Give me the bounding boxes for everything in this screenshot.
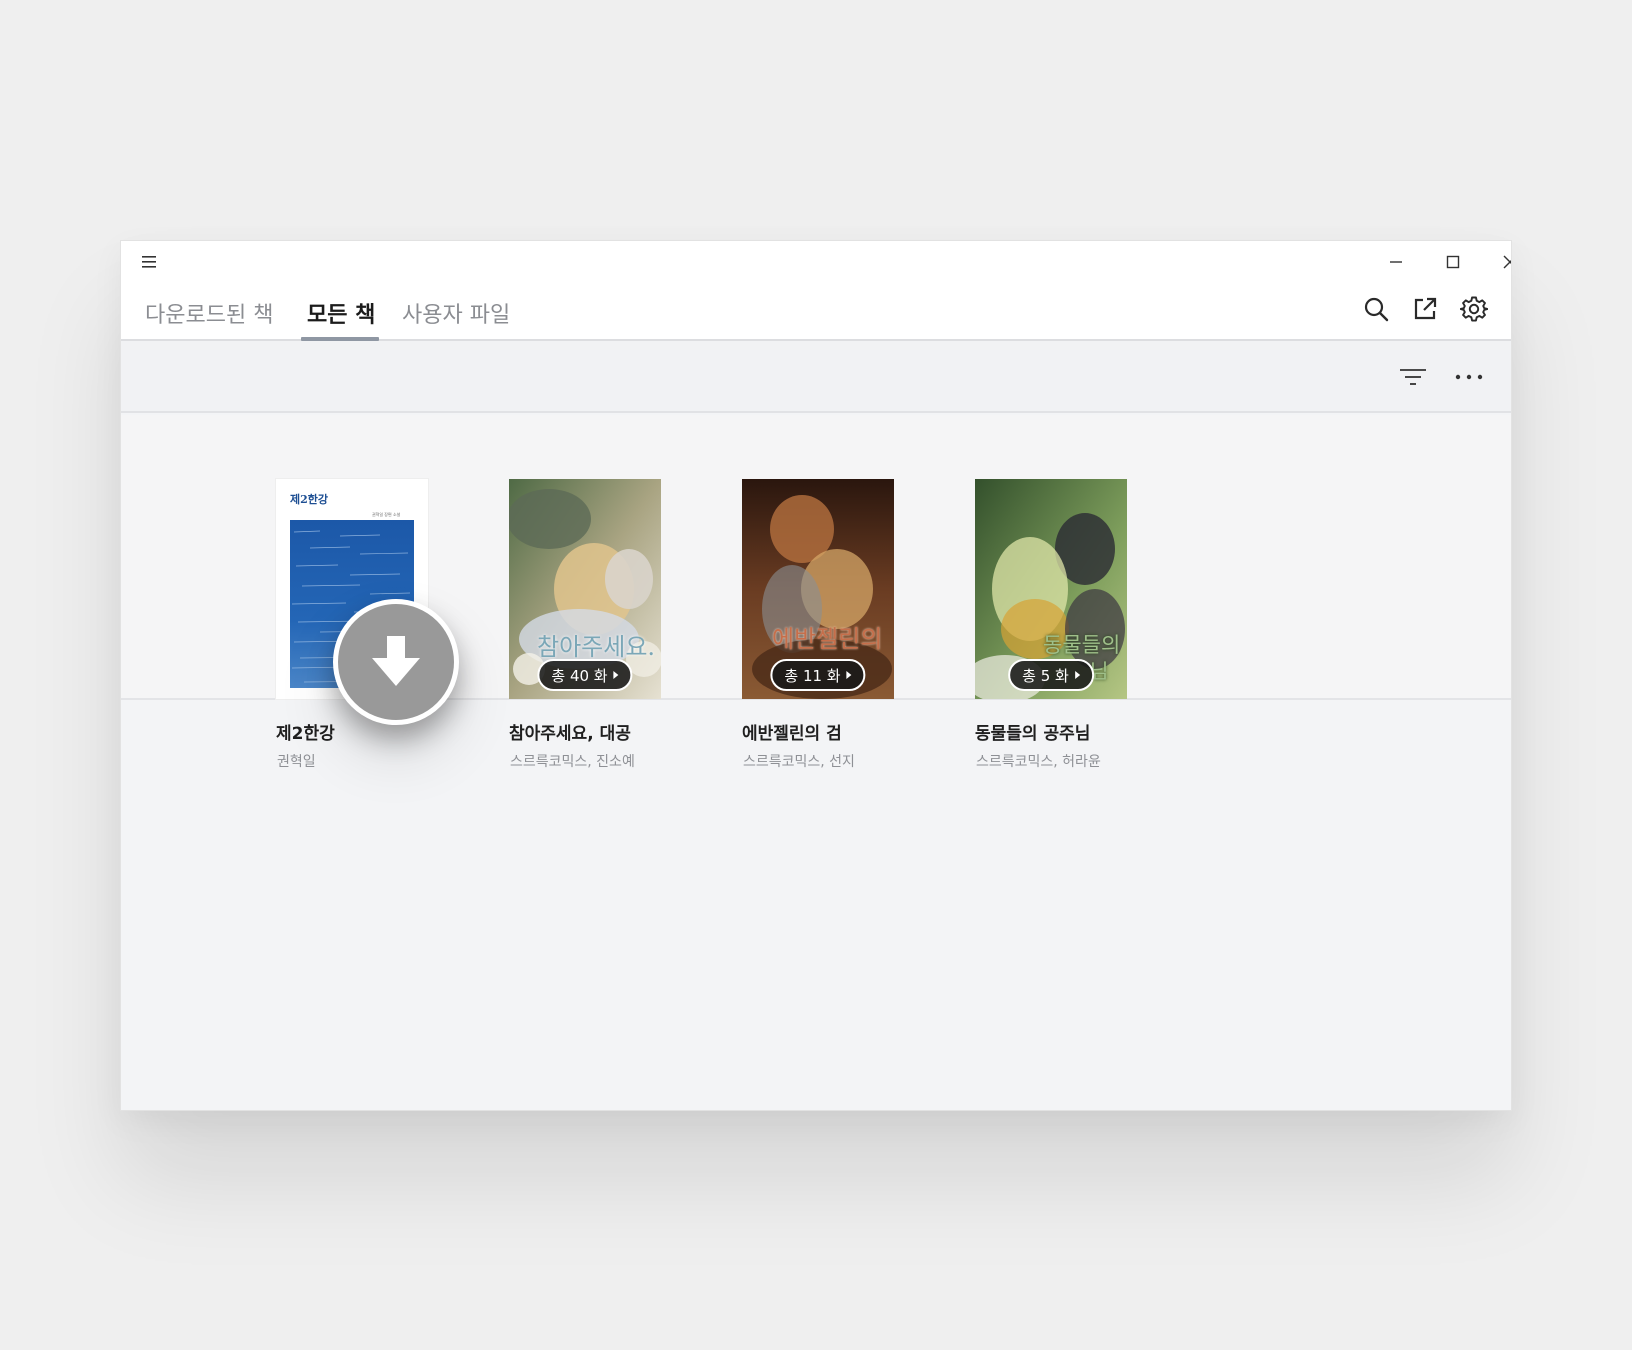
book-author: 스르륵코믹스, 선지: [743, 754, 855, 770]
book-cover[interactable]: 동물들의 님 총 5 화: [975, 479, 1127, 699]
cover-title-art: 에반젤린의: [772, 625, 883, 653]
book-card[interactable]: 동물들의 님 총 5 화 동물들의 공주님 스르륵코믹스, 허라윤: [975, 479, 1127, 770]
cover-title-art: 동물들의: [1043, 633, 1121, 657]
book-title: 에반젤린의 검: [742, 724, 842, 744]
cover-title-text: 제2한강: [290, 493, 329, 506]
more-horizontal-icon[interactable]: [1451, 359, 1487, 395]
app-window: 다운로드된 책 모든 책 사용자 파일 제2한강 권혁일 장편 소설 제2한강 …: [120, 240, 1512, 1111]
chevron-right-icon: [613, 671, 619, 679]
download-arrow-icon: [372, 636, 420, 686]
maximize-icon[interactable]: [1433, 247, 1473, 277]
book-author: 스르륵코믹스, 허라윤: [976, 754, 1101, 770]
episode-count-badge[interactable]: 총 40 화: [537, 659, 633, 691]
episode-count-text: 총 11 화: [784, 666, 841, 685]
search-icon[interactable]: [1360, 293, 1392, 325]
minimize-icon[interactable]: [1376, 247, 1416, 277]
book-cover[interactable]: 참아주세요. 총 40 화: [509, 479, 661, 699]
book-card[interactable]: 참아주세요. 총 40 화 참아주세요, 대공 스르륵코믹스, 진소예: [509, 479, 661, 770]
chevron-right-icon: [846, 671, 852, 679]
episode-count-badge[interactable]: 총 11 화: [770, 659, 866, 691]
book-author: 권혁일: [277, 754, 316, 770]
hamburger-menu-icon[interactable]: [135, 250, 163, 274]
tab-user-files[interactable]: 사용자 파일: [402, 297, 510, 329]
book-card[interactable]: 에반젤린의 총 11 화 에반젤린의 검 스르륵코믹스, 선지: [742, 479, 894, 770]
tab-downloaded-books[interactable]: 다운로드된 책: [145, 297, 273, 329]
book-title: 제2한강: [276, 724, 335, 744]
external-link-icon[interactable]: [1409, 293, 1441, 325]
cover-subtitle-text: 권혁일 장편 소설: [372, 512, 401, 517]
book-title: 참아주세요, 대공: [509, 724, 631, 744]
episode-count-text: 총 5 화: [1022, 666, 1069, 685]
chevron-right-icon: [1074, 671, 1080, 679]
book-cover[interactable]: 에반젤린의 총 11 화: [742, 479, 894, 699]
episode-count-text: 총 40 화: [551, 666, 608, 685]
tab-all-books[interactable]: 모든 책: [307, 297, 375, 329]
close-icon[interactable]: [1490, 247, 1511, 277]
library-toolbar: [121, 341, 1511, 413]
episode-count-badge[interactable]: 총 5 화: [1008, 659, 1094, 691]
cover-title-art: 참아주세요.: [537, 633, 656, 661]
book-title: 동물들의 공주님: [975, 724, 1091, 744]
gear-icon[interactable]: [1458, 293, 1490, 325]
download-button[interactable]: [333, 599, 459, 725]
filter-icon[interactable]: [1395, 359, 1431, 395]
book-author: 스르륵코믹스, 진소예: [510, 754, 635, 770]
title-bar: 다운로드된 책 모든 책 사용자 파일: [121, 241, 1511, 341]
